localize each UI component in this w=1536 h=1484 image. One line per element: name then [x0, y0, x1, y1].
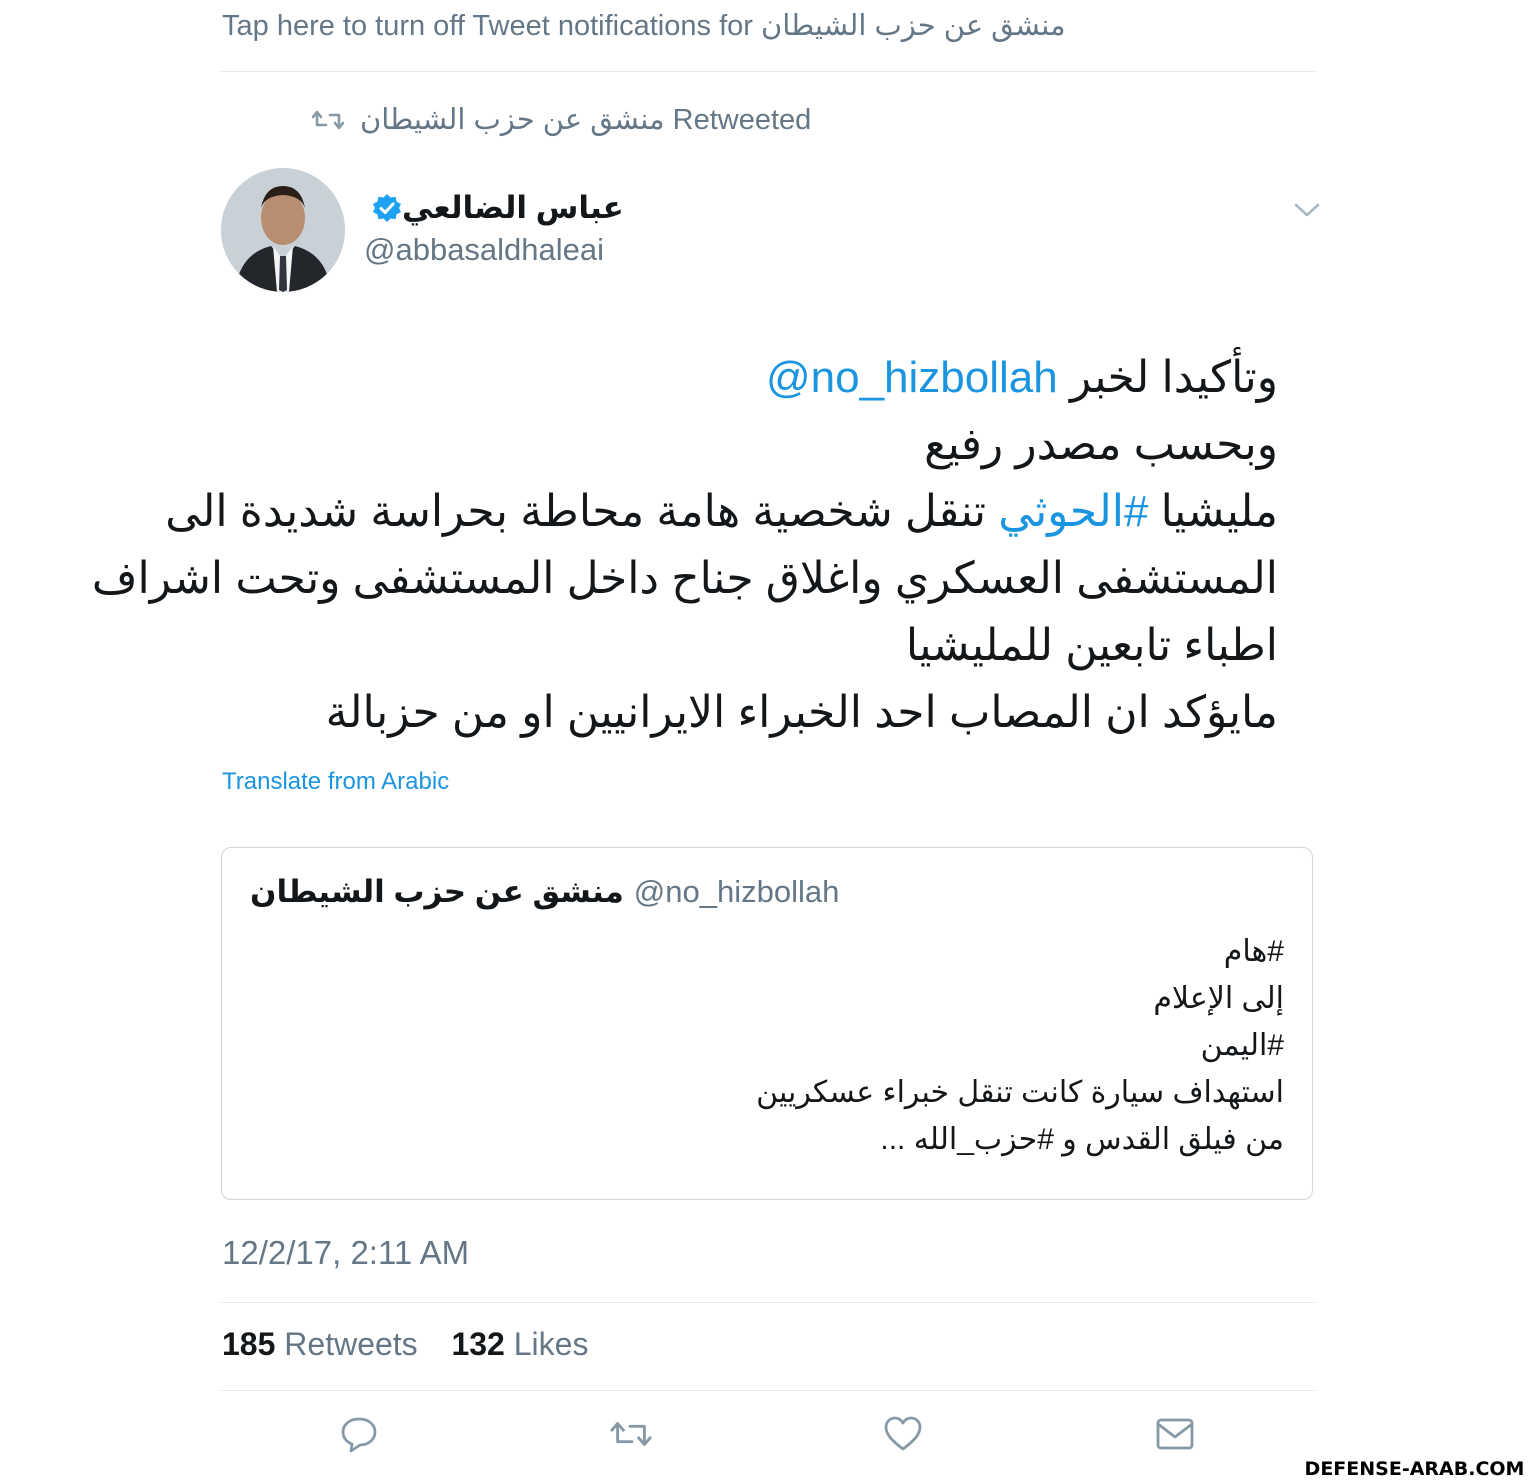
quoted-line: من فيلق القدس و #حزب_الله ...	[880, 1123, 1284, 1156]
quoted-line: #هام	[1223, 935, 1284, 968]
tweet-stats: 185 Retweets 132 Likes	[222, 1326, 588, 1363]
quoted-author-handle: @no_hizbollah	[633, 874, 840, 909]
retweet-icon	[610, 1422, 652, 1446]
quoted-line: #اليمن	[1200, 1029, 1284, 1062]
quoted-line: استهداف سيارة كانت تنقل خبراء عسكريين	[756, 1076, 1284, 1109]
author-avatar[interactable]	[221, 168, 345, 292]
tweet-line: المستشفى العسكري واغلاق جناح داخل المستش…	[91, 554, 1278, 603]
author-handle[interactable]: @abbasaldhaleai	[364, 232, 604, 268]
tweet-line: وتأكيدا لخبر @no_hizbollah	[220, 344, 1278, 411]
reply-button[interactable]	[337, 1412, 381, 1456]
direct-message-button[interactable]	[1153, 1412, 1197, 1456]
quoted-tweet-text: #هام إلى الإعلام #اليمن استهداف سيارة كا…	[250, 928, 1284, 1163]
divider	[221, 71, 1315, 72]
divider	[221, 1302, 1315, 1303]
retweeted-by-label[interactable]: منشق عن حزب الشيطان Retweeted	[360, 102, 811, 137]
tweet-text: وتأكيدا لخبر @no_hizbollah وبحسب مصدر رف…	[91, 344, 1278, 746]
chevron-down-icon[interactable]	[1292, 198, 1322, 222]
hashtag-link[interactable]: #الحوثي	[998, 487, 1148, 536]
like-icon	[884, 1416, 922, 1451]
watermark-label: DEFENSE-ARAB.COM	[1293, 1454, 1536, 1484]
retweets-label: Retweets	[284, 1326, 418, 1362]
retweets-stat[interactable]: 185 Retweets	[222, 1326, 418, 1362]
tweet-text-segment: مليشيا	[1148, 487, 1278, 536]
author-name[interactable]: عباس الضالعي	[402, 190, 624, 226]
notification-toggle-link[interactable]: Tap here to turn off Tweet notifications…	[222, 8, 1066, 43]
tweet-text-segment: وتأكيدا لخبر	[1057, 353, 1278, 402]
like-button[interactable]	[881, 1412, 925, 1456]
likes-label: Likes	[513, 1326, 589, 1362]
tweet-line: مليشيا #الحوثي تنقل شخصية هامة محاطة بحر…	[165, 478, 1278, 545]
quoted-author-name: منشق عن حزب الشيطان	[250, 874, 624, 909]
quoted-line: إلى الإعلام	[1153, 982, 1284, 1015]
tweet-timestamp: 12/2/17, 2:11 AM	[222, 1234, 470, 1271]
tweet-line: وبحسب مصدر رفيع	[924, 420, 1278, 469]
tweet-line: مايؤكد ان المصاب احد الخبراء الايرانيين …	[325, 688, 1278, 737]
mention-link[interactable]: @no_hizbollah	[766, 353, 1058, 402]
likes-count: 132	[451, 1326, 505, 1362]
translate-link[interactable]: Translate from Arabic	[222, 768, 449, 796]
quoted-tweet-header: منشق عن حزب الشيطان @no_hizbollah	[250, 874, 839, 910]
verified-badge-icon	[373, 194, 401, 222]
retweet-small-icon	[312, 110, 344, 129]
retweets-count: 185	[222, 1326, 276, 1362]
retweeted-by-row: منشق عن حزب الشيطان Retweeted	[312, 102, 811, 137]
reply-icon	[341, 1417, 377, 1453]
likes-stat[interactable]: 132 Likes	[451, 1326, 588, 1362]
tweet-line: اطباء تابعين للمليشيا	[905, 621, 1278, 670]
tweet-text-segment: تنقل شخصية هامة محاطة بحراسة شديدة الى	[165, 487, 999, 536]
author-name-row[interactable]: عباس الضالعي	[362, 190, 624, 226]
retweet-button[interactable]	[609, 1412, 653, 1456]
direct-message-icon	[1156, 1418, 1194, 1450]
divider	[221, 1390, 1315, 1391]
avatar-image	[221, 168, 345, 292]
